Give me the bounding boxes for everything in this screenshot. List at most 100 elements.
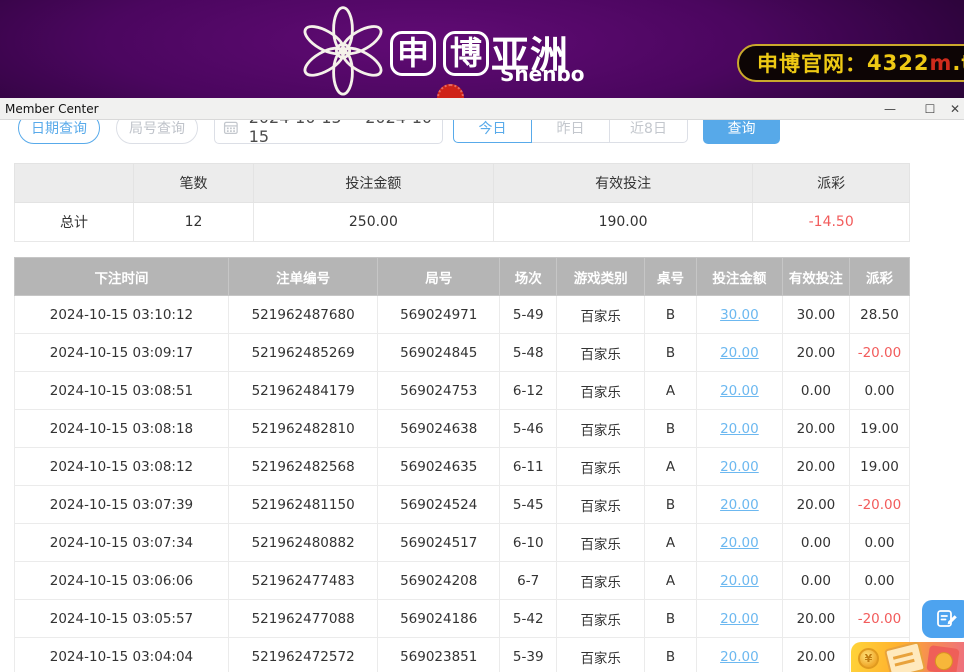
table-row: 2024-10-15 03:08:18 521962482810 5690246… — [15, 410, 910, 448]
official-site-m: m — [929, 51, 952, 75]
cell-session: 5-42 — [500, 600, 557, 638]
bet-amount-link[interactable]: 20.00 — [720, 573, 759, 589]
cell-bet-time: 2024-10-15 03:05:57 — [15, 600, 229, 638]
bet-amount-link[interactable]: 20.00 — [720, 535, 759, 551]
cell-game-type: 百家乐 — [557, 296, 645, 334]
cell-bet-time: 2024-10-15 03:09:17 — [15, 334, 229, 372]
bet-amount-link[interactable]: 20.00 — [720, 383, 759, 399]
official-site-pill[interactable]: 申博官网： 4322 m .tv — [737, 44, 964, 82]
cell-game-type: 百家乐 — [557, 448, 645, 486]
cell-round-id: 569024517 — [378, 524, 500, 562]
summary-header-empty — [15, 164, 134, 203]
summary-table: 笔数 投注金额 有效投注 派彩 总计 12 250.00 190.00 -14.… — [14, 163, 910, 242]
header-game-type: 游戏类别 — [557, 258, 645, 296]
cell-payout: -20.00 — [849, 600, 909, 638]
cell-session: 5-48 — [500, 334, 557, 372]
cell-valid-bet: 0.00 — [782, 524, 849, 562]
cell-game-type: 百家乐 — [557, 600, 645, 638]
seal-char-bo: 博 — [443, 31, 489, 76]
cell-session: 5-49 — [500, 296, 557, 334]
cell-round-id: 569024186 — [378, 600, 500, 638]
bet-amount-link[interactable]: 20.00 — [720, 421, 759, 437]
bet-amount-link[interactable]: 20.00 — [720, 497, 759, 513]
voucher-icon — [884, 642, 926, 672]
official-site-label: 申博官网： — [757, 48, 867, 78]
bet-amount-link[interactable]: 20.00 — [720, 649, 759, 665]
cell-round-id: 569024845 — [378, 334, 500, 372]
cell-payout: -20.00 — [849, 334, 909, 372]
cell-bet-time: 2024-10-15 03:07:34 — [15, 524, 229, 562]
bet-records-table: 下注时间 注单编号 局号 场次 游戏类别 桌号 投注金额 有效投注 派彩 202… — [14, 257, 910, 672]
bet-amount-link[interactable]: 30.00 — [720, 307, 759, 323]
cell-session: 5-39 — [500, 638, 557, 672]
table-row: 2024-10-15 03:06:06 521962477483 5690242… — [15, 562, 910, 600]
cell-session: 6-11 — [500, 448, 557, 486]
minimize-button[interactable]: — — [870, 98, 910, 120]
table-row: 2024-10-15 03:08:12 521962482568 5690246… — [15, 448, 910, 486]
header-table-no: 桌号 — [645, 258, 697, 296]
edit-note-icon — [935, 607, 959, 631]
cell-bet-id: 521962487680 — [228, 296, 377, 334]
header-payout: 派彩 — [849, 258, 909, 296]
cell-bet-time: 2024-10-15 03:06:06 — [15, 562, 229, 600]
cell-session: 6-7 — [500, 562, 557, 600]
table-row: 2024-10-15 03:10:12 521962487680 5690249… — [15, 296, 910, 334]
header-bet-id: 注单编号 — [228, 258, 377, 296]
cell-bet-id: 521962477483 — [228, 562, 377, 600]
red-envelope-promo[interactable]: ¥ — [851, 642, 964, 672]
cell-bet-time: 2024-10-15 03:08:51 — [15, 372, 229, 410]
cell-bet-id: 521962482568 — [228, 448, 377, 486]
official-site-number: 4322 — [867, 51, 929, 75]
maximize-button[interactable]: ☐ — [910, 98, 950, 120]
cell-game-type: 百家乐 — [557, 486, 645, 524]
cell-valid-bet: 20.00 — [782, 638, 849, 672]
cell-bet-time: 2024-10-15 03:07:39 — [15, 486, 229, 524]
calendar-icon — [223, 119, 239, 136]
table-row: 2024-10-15 03:08:51 521962484179 5690247… — [15, 372, 910, 410]
bet-amount-link[interactable]: 20.00 — [720, 459, 759, 475]
summary-total-row: 总计 12 250.00 190.00 -14.50 — [15, 203, 910, 242]
cell-table-no: B — [645, 486, 697, 524]
table-row: 2024-10-15 03:05:57 521962477088 5690241… — [15, 600, 910, 638]
cell-valid-bet: 20.00 — [782, 448, 849, 486]
cell-valid-bet: 20.00 — [782, 486, 849, 524]
cell-payout: 0.00 — [849, 372, 909, 410]
cell-session: 5-46 — [500, 410, 557, 448]
cell-bet-time: 2024-10-15 03:04:04 — [15, 638, 229, 672]
close-button[interactable]: ✕ — [950, 98, 964, 120]
cell-round-id: 569024524 — [378, 486, 500, 524]
cell-bet-id: 521962480882 — [228, 524, 377, 562]
cell-bet-time: 2024-10-15 03:10:12 — [15, 296, 229, 334]
cell-game-type: 百家乐 — [557, 562, 645, 600]
cell-valid-bet: 0.00 — [782, 372, 849, 410]
cell-session: 6-10 — [500, 524, 557, 562]
cell-bet-time: 2024-10-15 03:08:18 — [15, 410, 229, 448]
cell-valid-bet: 20.00 — [782, 410, 849, 448]
cell-table-no: A — [645, 372, 697, 410]
cell-payout: 28.50 — [849, 296, 909, 334]
bet-amount-link[interactable]: 20.00 — [720, 345, 759, 361]
cell-game-type: 百家乐 — [557, 372, 645, 410]
summary-header-row: 笔数 投注金额 有效投注 派彩 — [15, 164, 910, 203]
cell-session: 5-45 — [500, 486, 557, 524]
feedback-button[interactable] — [922, 600, 964, 638]
cell-payout: 19.00 — [849, 448, 909, 486]
summary-header-bet-amount: 投注金额 — [253, 164, 493, 203]
cell-table-no: B — [645, 410, 697, 448]
summary-count-value: 12 — [134, 203, 254, 242]
cell-table-no: B — [645, 296, 697, 334]
cell-valid-bet: 20.00 — [782, 334, 849, 372]
cell-bet-id: 521962481150 — [228, 486, 377, 524]
cell-game-type: 百家乐 — [557, 334, 645, 372]
cell-valid-bet: 0.00 — [782, 562, 849, 600]
flower-logo-icon — [296, 2, 390, 96]
window-title: Member Center — [0, 102, 99, 116]
summary-header-valid-bet: 有效投注 — [493, 164, 753, 203]
cell-payout: 19.00 — [849, 410, 909, 448]
cell-table-no: B — [645, 600, 697, 638]
gold-coin-icon: ¥ — [858, 648, 879, 669]
bet-amount-link[interactable]: 20.00 — [720, 611, 759, 627]
cell-game-type: 百家乐 — [557, 524, 645, 562]
cell-bet-time: 2024-10-15 03:08:12 — [15, 448, 229, 486]
cell-payout: 0.00 — [849, 524, 909, 562]
